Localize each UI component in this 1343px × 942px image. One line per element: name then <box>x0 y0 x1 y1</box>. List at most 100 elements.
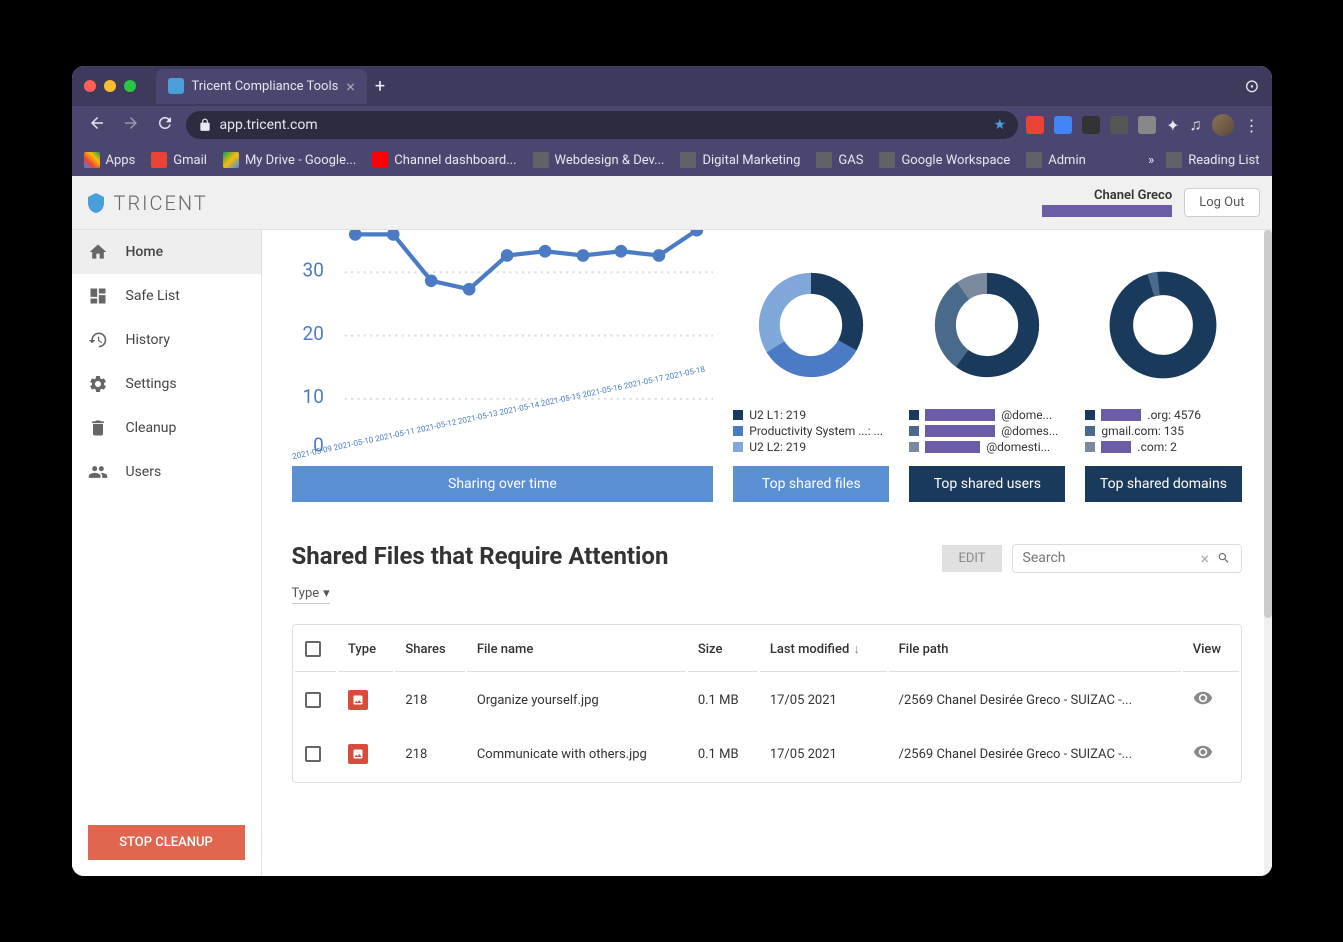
browser-tab[interactable]: Tricent Compliance Tools × <box>156 69 367 104</box>
address-bar[interactable]: app.tricent.com ★ <box>186 111 1019 139</box>
select-all-checkbox[interactable] <box>305 641 321 657</box>
col-filename[interactable]: File name <box>467 627 686 672</box>
bookmark-drive[interactable]: My Drive - Google... <box>223 152 356 168</box>
browser-menu-button[interactable]: ⋮ <box>1244 116 1260 135</box>
youtube-icon <box>372 152 388 168</box>
sidebar-item-users[interactable]: Users <box>72 450 261 494</box>
view-icon[interactable] <box>1193 688 1213 708</box>
sidebar-item-settings[interactable]: Settings <box>72 362 261 406</box>
sidebar-item-safelist[interactable]: Safe List <box>72 274 261 318</box>
forward-button[interactable] <box>118 110 144 140</box>
col-path[interactable]: File path <box>889 627 1181 672</box>
sidebar-item-cleanup[interactable]: Cleanup <box>72 406 261 450</box>
svg-text:30: 30 <box>302 259 323 282</box>
music-icon[interactable]: ♫ <box>1190 115 1202 135</box>
chart-legend: @dome... @domes... @domesti... <box>909 408 1065 458</box>
col-modified[interactable]: Last modified↓ <box>760 627 887 672</box>
logout-button[interactable]: Log Out <box>1184 188 1259 217</box>
users-icon <box>88 462 108 482</box>
chart-button-users[interactable]: Top shared users <box>909 466 1065 502</box>
extension-icon[interactable] <box>1110 116 1128 134</box>
extension-icon[interactable] <box>1054 116 1072 134</box>
extension-icon[interactable] <box>1026 116 1044 134</box>
bookmark-apps[interactable]: Apps <box>84 152 136 168</box>
chart-button-domains[interactable]: Top shared domains <box>1085 466 1241 502</box>
cell-shares: 218 <box>395 728 464 780</box>
new-tab-button[interactable]: + <box>375 76 385 97</box>
image-file-icon <box>348 744 368 764</box>
maximize-window-button[interactable] <box>124 80 136 92</box>
sidebar-item-history[interactable]: History <box>72 318 261 362</box>
type-filter-dropdown[interactable]: Type ▾ <box>292 586 330 604</box>
close-window-button[interactable] <box>84 80 96 92</box>
bookmark-star-icon[interactable]: ★ <box>994 117 1007 133</box>
bookmark-workspace[interactable]: Google Workspace <box>879 152 1010 168</box>
extension-icon[interactable] <box>1082 116 1100 134</box>
extensions-menu-icon[interactable]: ✦ <box>1166 116 1179 135</box>
folder-icon <box>680 152 696 168</box>
settings-icon <box>88 374 108 394</box>
scrollbar[interactable] <box>1264 230 1272 876</box>
edit-button[interactable]: EDIT <box>942 545 1001 572</box>
bookmark-gmail[interactable]: Gmail <box>151 152 207 168</box>
apps-icon <box>84 152 100 168</box>
list-icon <box>1166 152 1182 168</box>
sidebar-item-home[interactable]: Home <box>72 230 261 274</box>
main-content: 40 30 20 10 0 <box>262 230 1272 876</box>
col-view[interactable]: View <box>1183 627 1239 672</box>
app-header: TRICENT Chanel Greco Log Out <box>72 176 1272 230</box>
cell-filename: Communicate with others.jpg <box>467 728 686 780</box>
favicon-icon <box>168 78 184 94</box>
chart-top-files: U2 L1: 219 Productivity System ...: ... … <box>733 250 889 502</box>
cell-modified: 17/05 2021 <box>760 728 887 780</box>
cell-filename: Organize yourself.jpg <box>467 674 686 726</box>
chart-top-domains: .org: 4576 gmail.com: 135 .com: 2 Top sh… <box>1085 250 1241 502</box>
cell-modified: 17/05 2021 <box>760 674 887 726</box>
svg-text:10: 10 <box>302 385 323 408</box>
stop-cleanup-button[interactable]: STOP CLEANUP <box>88 825 245 860</box>
bookmark-overflow-button[interactable]: » <box>1148 153 1154 168</box>
reading-list-button[interactable]: Reading List <box>1166 152 1259 168</box>
tab-bar: Tricent Compliance Tools × + ⊙ <box>72 66 1272 106</box>
cell-size: 0.1 MB <box>688 728 758 780</box>
bookmark-channel[interactable]: Channel dashboard... <box>372 152 516 168</box>
back-button[interactable] <box>84 110 110 140</box>
cell-shares: 218 <box>395 674 464 726</box>
search-icon[interactable] <box>1217 549 1230 567</box>
row-checkbox[interactable] <box>305 746 321 762</box>
user-avatar[interactable] <box>1212 114 1234 136</box>
col-size[interactable]: Size <box>688 627 758 672</box>
bookmark-gas[interactable]: GAS <box>816 152 863 168</box>
clear-search-button[interactable]: × <box>1201 549 1210 568</box>
section-title: Shared Files that Require Attention <box>292 542 669 570</box>
browser-window: Tricent Compliance Tools × + ⊙ app.trice… <box>72 66 1272 876</box>
app-logo[interactable]: TRICENT <box>84 191 208 215</box>
chevron-down-icon: ▾ <box>323 586 330 601</box>
chart-button-files[interactable]: Top shared files <box>733 466 889 502</box>
col-shares[interactable]: Shares <box>395 627 464 672</box>
dashboard-icon <box>88 286 108 306</box>
col-type[interactable]: Type <box>338 627 393 672</box>
sort-desc-icon: ↓ <box>853 642 860 657</box>
svg-text:20: 20 <box>302 322 323 345</box>
app-body: Home Safe List History Settings Cleanup <box>72 230 1272 876</box>
donut-chart-icon <box>932 270 1042 380</box>
extension-icons: ✦ ♫ ⋮ <box>1026 114 1259 136</box>
search-input[interactable] <box>1023 550 1201 566</box>
logo-text: TRICENT <box>114 191 208 215</box>
window-controls <box>84 80 136 92</box>
cleanup-icon <box>88 418 108 438</box>
image-file-icon <box>348 690 368 710</box>
bookmark-webdesign[interactable]: Webdesign & Dev... <box>533 152 665 168</box>
bookmark-admin[interactable]: Admin <box>1026 152 1086 168</box>
profile-menu-button[interactable]: ⊙ <box>1244 76 1259 97</box>
view-icon[interactable] <box>1193 742 1213 762</box>
bookmark-digital-marketing[interactable]: Digital Marketing <box>680 152 800 168</box>
tab-title: Tricent Compliance Tools <box>192 79 339 94</box>
app-root: TRICENT Chanel Greco Log Out Home Safe L… <box>72 176 1272 876</box>
close-tab-button[interactable]: × <box>346 77 355 96</box>
minimize-window-button[interactable] <box>104 80 116 92</box>
extension-icon[interactable] <box>1138 116 1156 134</box>
reload-button[interactable] <box>152 110 178 140</box>
row-checkbox[interactable] <box>305 692 321 708</box>
